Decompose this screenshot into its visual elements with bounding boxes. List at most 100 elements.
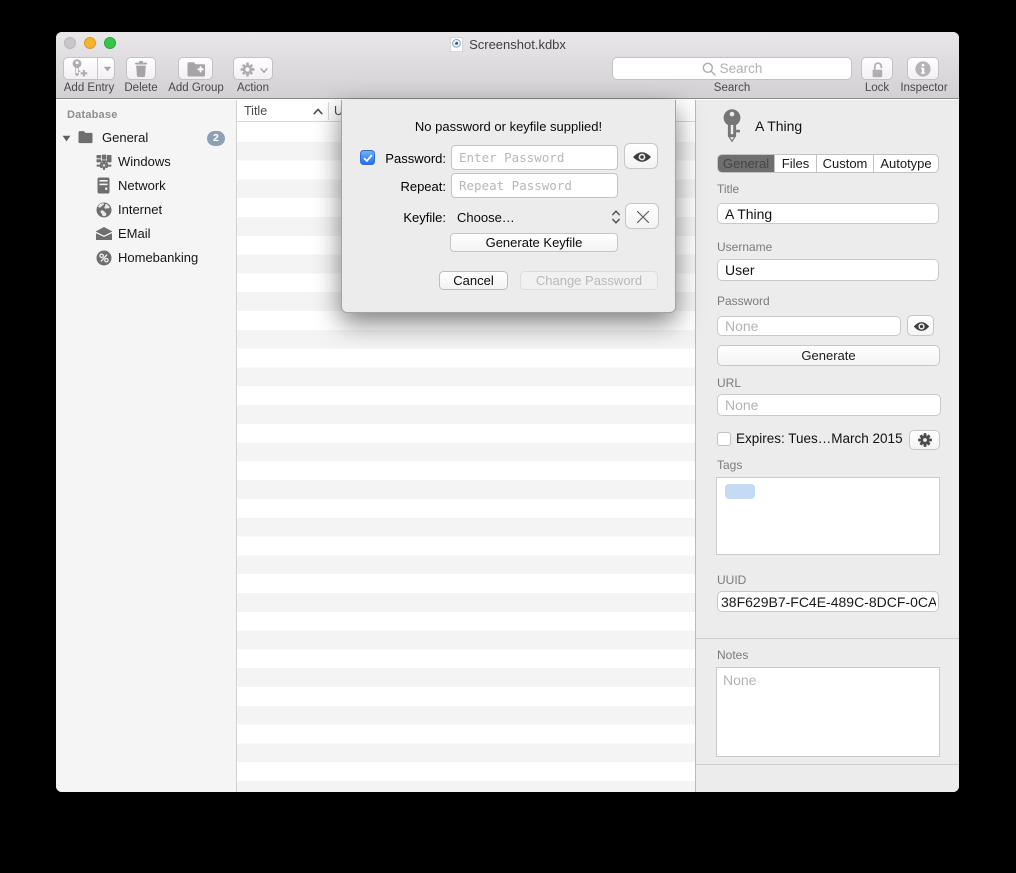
notes-box: [716, 667, 940, 757]
search-input[interactable]: Search: [612, 57, 852, 80]
sidebar-item-label: Internet: [118, 198, 162, 222]
expires-gear-icon: [918, 433, 932, 447]
expires-label: Expires: Tues…March 2015: [736, 431, 903, 446]
add-entry-dropdown[interactable]: [97, 58, 115, 79]
dialog-message: No password or keyfile supplied!: [342, 119, 675, 134]
delete-button[interactable]: [126, 57, 156, 80]
url-field[interactable]: [717, 394, 941, 416]
dialog-repeat-label: Repeat:: [362, 179, 446, 194]
tab-files[interactable]: Files: [775, 155, 817, 172]
trash-icon: [134, 61, 148, 77]
keyfile-popup-value[interactable]: Choose…: [457, 210, 515, 225]
password-field[interactable]: [717, 316, 901, 336]
sidebar-item-label: Windows: [118, 150, 171, 174]
chevron-down-icon: [103, 66, 112, 72]
action-button[interactable]: [233, 57, 273, 80]
sidebar-group-general[interactable]: General 2: [56, 126, 236, 150]
generate-keyfile-button[interactable]: Generate Keyfile: [450, 233, 618, 252]
title-label: Title: [717, 182, 739, 196]
dialog-password-label: Password:: [362, 151, 446, 166]
action-label: Action: [229, 81, 277, 95]
inspector-button[interactable]: [907, 57, 939, 80]
sidebar-item-label: Network: [118, 174, 166, 198]
eye-icon: [913, 321, 930, 332]
dialog-keyfile-label: Keyfile:: [362, 210, 446, 225]
inspector-panel: A Thing General Files Custom Autotype Ti…: [695, 100, 959, 792]
tags-label: Tags: [717, 458, 742, 472]
dialog-reveal-password-button[interactable]: [624, 143, 658, 169]
url-field-wrap: [717, 394, 941, 416]
windows-group-icon: [96, 154, 112, 170]
sidebar-item-email[interactable]: EMail: [56, 222, 236, 246]
tab-custom[interactable]: Custom: [817, 155, 874, 172]
column-header-title[interactable]: Title: [244, 100, 267, 122]
info-icon: [915, 61, 931, 77]
password-field-wrap: [717, 316, 901, 336]
sidebar: Database General 2: [56, 100, 237, 792]
expires-settings-button[interactable]: [909, 430, 940, 450]
inspector-divider-top: [696, 638, 959, 639]
uuid-field-wrap: [717, 591, 939, 612]
add-group-button[interactable]: [178, 57, 213, 80]
password-label: Password: [717, 294, 770, 308]
server-icon: [97, 177, 110, 194]
notes-label: Notes: [717, 648, 748, 662]
percent-icon: [96, 250, 112, 266]
change-password-button[interactable]: Change Password: [520, 271, 658, 290]
sidebar-item-internet[interactable]: Internet: [56, 198, 236, 222]
sidebar-group-label: General: [102, 126, 148, 150]
password-input-wrap: [451, 145, 618, 170]
username-field-wrap: [717, 259, 939, 281]
clear-keyfile-button[interactable]: [625, 203, 659, 229]
title-field[interactable]: [717, 203, 939, 224]
dialog-eye-icon: [632, 151, 652, 163]
notes-field[interactable]: [723, 672, 933, 752]
username-field[interactable]: [717, 259, 939, 281]
change-password-dialog: No password or keyfile supplied! Passwor…: [341, 100, 676, 313]
folder-plus-icon: [187, 61, 206, 77]
title-field-wrap: [717, 203, 939, 224]
username-label: Username: [717, 240, 772, 254]
repeat-input-wrap: [451, 173, 618, 198]
action-chevron-icon: [260, 68, 268, 74]
globe-icon: [96, 202, 112, 218]
sidebar-item-homebanking[interactable]: Homebanking: [56, 246, 236, 270]
expires-checkbox[interactable]: [717, 432, 731, 446]
desktop-background: Screenshot.kdbx Add: [0, 0, 1016, 873]
key-icon: [722, 109, 742, 143]
empty-tag-pill[interactable]: [725, 484, 755, 499]
gear-icon: [240, 62, 255, 77]
folder-icon: [78, 130, 93, 144]
sort-ascending-icon: [313, 108, 323, 115]
delete-label: Delete: [119, 81, 163, 95]
search-input-field[interactable]: [619, 60, 847, 77]
tab-general[interactable]: General: [718, 155, 775, 172]
sidebar-item-label: EMail: [118, 222, 151, 246]
column-divider[interactable]: [328, 102, 329, 120]
repeat-password-input[interactable]: [459, 176, 610, 195]
sidebar-item-windows[interactable]: Windows: [56, 150, 236, 174]
inspector-divider-bottom: [696, 764, 959, 765]
tab-autotype[interactable]: Autotype: [874, 155, 938, 172]
sidebar-item-network[interactable]: Network: [56, 174, 236, 198]
uuid-field[interactable]: [717, 591, 939, 612]
popup-stepper-icon[interactable]: [610, 207, 622, 227]
search-label: Search: [702, 81, 762, 95]
lock-button[interactable]: [861, 57, 893, 80]
enter-password-input[interactable]: [459, 148, 610, 167]
entry-count-badge: 2: [207, 131, 225, 146]
entry-title: A Thing: [755, 117, 802, 135]
titlebar: Screenshot.kdbx Add: [56, 32, 959, 99]
lock-icon: [870, 61, 885, 78]
window-title: Screenshot.kdbx: [56, 36, 959, 54]
disclosure-triangle-icon[interactable]: [62, 135, 71, 142]
tags-box[interactable]: [716, 477, 940, 555]
document-icon: [449, 37, 464, 52]
reveal-password-button[interactable]: [907, 315, 934, 336]
add-entry-button[interactable]: [63, 57, 115, 80]
inspector-tabs: General Files Custom Autotype: [717, 154, 939, 173]
uuid-label: UUID: [717, 573, 746, 587]
generate-button[interactable]: Generate: [717, 345, 940, 366]
add-group-label: Add Group: [162, 81, 230, 95]
cancel-button[interactable]: Cancel: [439, 271, 508, 290]
